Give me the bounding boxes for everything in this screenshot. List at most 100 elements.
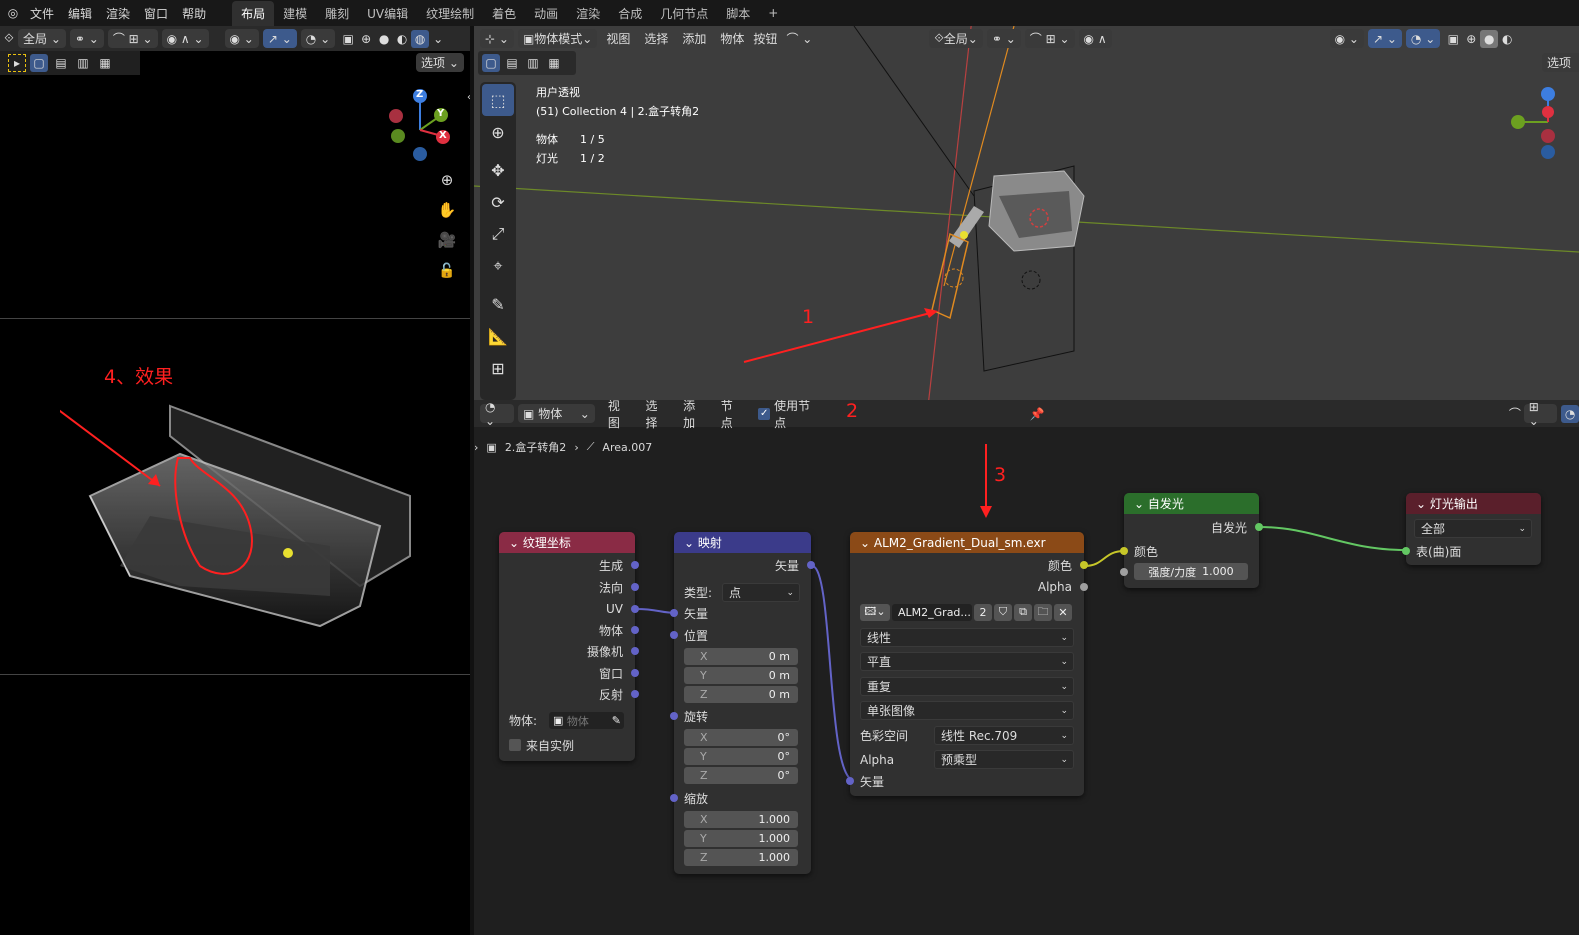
duplicate-icon[interactable]: ⧉: [1014, 603, 1032, 621]
alpha-mode-dropdown[interactable]: 预乘型 ⌄: [934, 750, 1074, 769]
select-mode-intersect-icon[interactable]: ▦: [96, 54, 114, 72]
proportional-toggle[interactable]: ◉ ∧ ⌄: [161, 29, 209, 48]
menu-window[interactable]: 窗口: [144, 5, 168, 22]
menu-edit[interactable]: 编辑: [68, 5, 92, 22]
viewport-visibility-dropdown[interactable]: ◉ ⌄: [1329, 29, 1364, 48]
select-mode-new-icon[interactable]: ▢: [30, 54, 48, 72]
move-tool[interactable]: ✥: [482, 154, 514, 186]
wireframe-shading-icon[interactable]: ⊕: [357, 30, 375, 48]
curve-dropdown[interactable]: ⌒ ⌄: [781, 29, 817, 48]
menu-select[interactable]: 选择: [639, 29, 673, 48]
node-header[interactable]: ⌄ ALM2_Gradient_Dual_sm.exr: [850, 532, 1084, 553]
tab-texture-paint[interactable]: 纹理绘制: [417, 1, 483, 26]
viewport-snap-toggle[interactable]: ⌒ ⊞ ⌄: [1024, 29, 1075, 48]
camera-icon[interactable]: 🎥: [438, 231, 457, 249]
blender-logo-icon[interactable]: ◎: [4, 4, 22, 22]
strength-field[interactable]: 强度/力度 1.000: [1134, 563, 1248, 580]
socket-alpha-out[interactable]: [1080, 583, 1088, 591]
socket-window[interactable]: [631, 669, 639, 677]
open-image-icon[interactable]: 🗀: [1034, 603, 1052, 621]
unlink-icon[interactable]: ✕: [1054, 603, 1072, 621]
solid-shading-icon[interactable]: ●: [375, 30, 393, 48]
lock-icon[interactable]: 🔓: [438, 262, 456, 280]
rotate-tool[interactable]: ⟳: [482, 186, 514, 218]
socket-vector-in[interactable]: [670, 609, 678, 617]
collapse-icon[interactable]: ⌄: [509, 536, 519, 550]
collapse-icon[interactable]: ⌄: [1416, 497, 1426, 511]
measure-tool[interactable]: 📐: [482, 320, 514, 352]
node-emission[interactable]: ⌄ 自发光 自发光 颜色 强度/力度 1.000: [1120, 493, 1263, 588]
socket-generated[interactable]: [631, 561, 639, 569]
node-header[interactable]: ⌄ 纹理坐标: [499, 532, 635, 553]
transform-tool[interactable]: ⌖: [482, 250, 514, 282]
viewport-proportional-toggle[interactable]: ◉ ∧: [1078, 29, 1112, 48]
socket-reflection[interactable]: [631, 690, 639, 698]
left-options-dropdown[interactable]: 选项 ⌄: [416, 53, 464, 72]
output-target-dropdown[interactable]: 全部 ⌄: [1414, 519, 1532, 538]
add-cube-tool[interactable]: ⊞: [482, 352, 514, 384]
annotate-tool[interactable]: ✎: [482, 288, 514, 320]
global-dropdown[interactable]: 全局 ⌄: [18, 29, 66, 48]
rotation-x-field[interactable]: X 0°: [684, 729, 798, 746]
select-mode-subtract-icon[interactable]: ▥: [74, 54, 92, 72]
visibility-dropdown[interactable]: ◉ ⌄: [224, 29, 259, 48]
viewport-select-extend-icon[interactable]: ▤: [503, 54, 521, 72]
socket-scale[interactable]: [670, 794, 678, 802]
mode-dropdown[interactable]: ▣ 物体模式 ⌄: [517, 29, 598, 48]
socket-camera[interactable]: [631, 647, 639, 655]
menu-render[interactable]: 渲染: [106, 5, 130, 22]
scale-x-field[interactable]: X 1.000: [684, 811, 798, 828]
tab-animation[interactable]: 动画: [525, 1, 567, 26]
tab-sculpt[interactable]: 雕刻: [316, 1, 358, 26]
object-field[interactable]: ▣ 物体 ✎: [549, 712, 624, 729]
viewport-global-dropdown[interactable]: ⟐ 全局 ⌄: [929, 29, 983, 48]
node-image-texture[interactable]: ⌄ ALM2_Gradient_Dual_sm.exr 颜色 Alpha 🖾⌄ …: [846, 532, 1088, 796]
add-workspace-button[interactable]: +: [759, 2, 787, 24]
menu-view[interactable]: 视图: [601, 29, 635, 48]
socket-color-out[interactable]: [1080, 561, 1088, 569]
zoom-icon[interactable]: ⊕: [438, 171, 456, 189]
transform-icon[interactable]: ⟐: [0, 30, 18, 48]
extension-dropdown[interactable]: 重复 ⌄: [860, 677, 1074, 696]
viewport-gizmo-toggle[interactable]: ↗ ⌄: [1367, 29, 1402, 48]
select-mode-extend-icon[interactable]: ▤: [52, 54, 70, 72]
node-header[interactable]: ⌄ 映射: [674, 532, 811, 553]
viewport-xray-icon[interactable]: ▣: [1444, 30, 1462, 48]
socket-vector-out[interactable]: [807, 561, 815, 569]
tab-shading[interactable]: 着色: [483, 1, 525, 26]
image-users-count[interactable]: 2: [974, 603, 992, 621]
socket-uv[interactable]: [631, 605, 639, 613]
socket-vector-in[interactable]: [846, 777, 854, 785]
snap-toggle[interactable]: ⌒ ⊞ ⌄: [107, 29, 158, 48]
tab-uv[interactable]: UV编辑: [358, 1, 417, 26]
menu-file[interactable]: 文件: [30, 5, 54, 22]
tab-geometry-nodes[interactable]: 几何节点: [651, 1, 717, 26]
xray-icon[interactable]: ▣: [339, 30, 357, 48]
scale-tool[interactable]: ⤢: [482, 218, 514, 250]
socket-strength-in[interactable]: [1120, 568, 1128, 576]
collapse-icon[interactable]: ⌄: [684, 536, 694, 550]
colorspace-dropdown[interactable]: 线性 Rec.709 ⌄: [934, 726, 1074, 745]
fake-user-icon[interactable]: ⛉: [994, 603, 1012, 621]
viewport-nav-gizmo[interactable]: [1510, 84, 1579, 164]
tab-layout[interactable]: 布局: [232, 0, 275, 26]
projection-dropdown[interactable]: 平直 ⌄: [860, 652, 1074, 671]
select-box-tool[interactable]: ⬚: [482, 84, 514, 116]
scale-z-field[interactable]: Z 1.000: [684, 849, 798, 866]
tab-scripting[interactable]: 脚本: [717, 1, 759, 26]
pivot-dropdown[interactable]: ⚭ ⌄: [69, 29, 104, 48]
menu-help[interactable]: 帮助: [182, 5, 206, 22]
viewport-select-subtract-icon[interactable]: ▥: [524, 54, 542, 72]
pan-hand-icon[interactable]: ✋: [438, 201, 457, 219]
cursor-tool[interactable]: ⊕: [482, 116, 514, 148]
source-dropdown[interactable]: 单张图像 ⌄: [860, 701, 1074, 720]
left-nav-gizmo[interactable]: Z Y X: [384, 86, 454, 166]
node-light-output[interactable]: ⌄ 灯光输出 全部 ⌄ 表(曲)面: [1402, 493, 1541, 565]
viewport-wireframe-icon[interactable]: ⊕: [1462, 30, 1480, 48]
tab-modeling[interactable]: 建模: [274, 1, 316, 26]
viewport-solid-icon[interactable]: ●: [1480, 29, 1499, 48]
socket-color-in[interactable]: [1120, 547, 1128, 555]
image-name-field[interactable]: ALM2_Grad...: [892, 603, 972, 621]
node-texture-coordinate[interactable]: ⌄ 纹理坐标 生成 法向 UV 物体 摄像机 窗口 反射 物体: ▣ 物体 ✎ 来…: [499, 532, 639, 761]
collapse-icon[interactable]: ⌄: [1134, 497, 1144, 511]
